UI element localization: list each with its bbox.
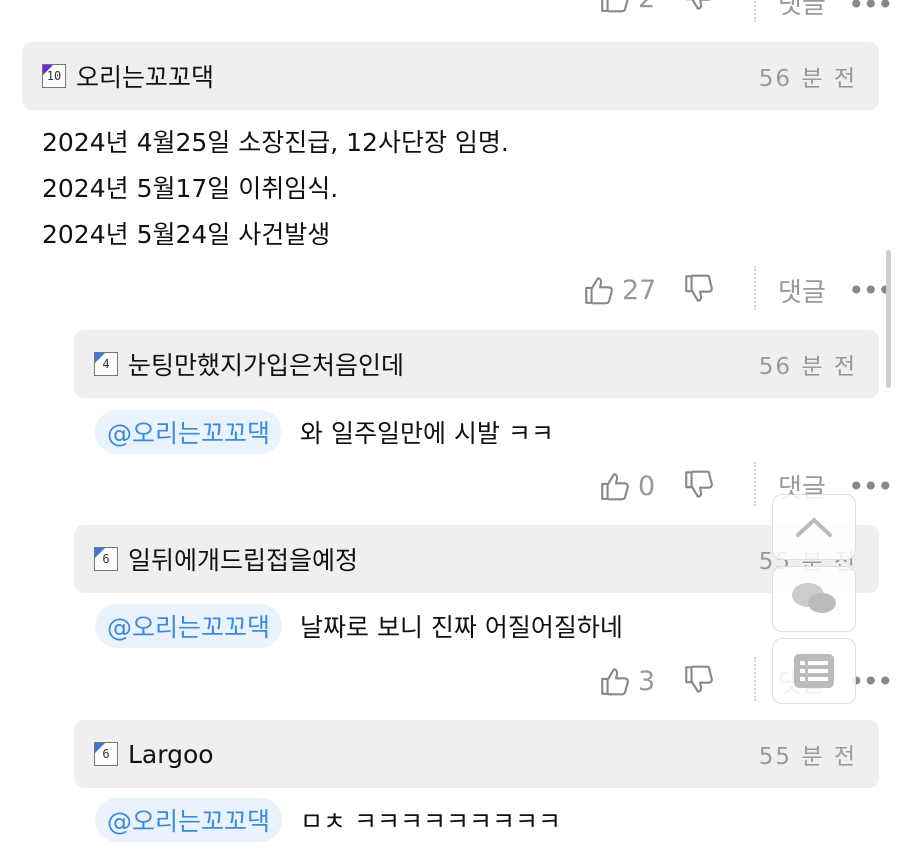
comment-line: 2024년 4월25일 소장진급, 12사단장 임명. bbox=[42, 128, 509, 157]
divider bbox=[754, 0, 756, 22]
reply-header: 4 눈팅만했지가입은처음인데 56 분 전 bbox=[74, 330, 879, 398]
divider bbox=[754, 657, 756, 701]
reply-body: @오리는꼬꼬댁 ㅁㅊ ㅋㅋㅋㅋㅋㅋㅋㅋㅋ bbox=[95, 798, 561, 842]
scroll-top-button[interactable] bbox=[772, 494, 856, 560]
like-count: 3 bbox=[638, 665, 656, 697]
chevron-up-icon bbox=[796, 517, 832, 537]
scrollbar[interactable] bbox=[886, 250, 891, 388]
divider bbox=[754, 266, 756, 310]
reply-author[interactable]: Largoo bbox=[128, 740, 214, 769]
more-options-icon[interactable]: ••• bbox=[848, 0, 894, 21]
comment-line: 2024년 5월24일 사건발생 bbox=[42, 220, 331, 249]
reply-author[interactable]: 눈팅만했지가입은처음인데 bbox=[128, 346, 404, 382]
list-button[interactable] bbox=[772, 638, 856, 704]
reply-actions: 3 bbox=[598, 661, 678, 701]
comment-header: 10 오리는꼬꼬댁 56 분 전 bbox=[22, 42, 879, 110]
thumbs-up-icon[interactable] bbox=[598, 0, 632, 15]
reply-button[interactable]: 댓글 bbox=[778, 272, 826, 309]
level-badge-icon: 6 bbox=[94, 547, 118, 571]
reply-header: 6 일뒤에개드립접을예정 55 분 전 bbox=[74, 525, 879, 593]
reply-text: ㅁㅊ ㅋㅋㅋㅋㅋㅋㅋㅋㅋ bbox=[300, 807, 561, 836]
like-count: 2 bbox=[638, 0, 678, 14]
thumbs-down-icon[interactable] bbox=[682, 468, 716, 502]
like-count: 0 bbox=[638, 470, 656, 502]
comment-author[interactable]: 오리는꼬꼬댁 bbox=[76, 58, 214, 94]
divider bbox=[754, 462, 756, 506]
reply-text: 와 일주일만에 시발 ㅋㅋ bbox=[300, 419, 554, 448]
mention-tag[interactable]: @오리는꼬꼬댁 bbox=[95, 410, 283, 454]
thumbs-up-icon[interactable] bbox=[582, 273, 616, 307]
reply-time: 55 분 전 bbox=[758, 744, 857, 770]
reply-button[interactable]: 댓글 bbox=[778, 0, 826, 21]
comments-button[interactable] bbox=[772, 566, 856, 632]
reply-time: 56 분 전 bbox=[758, 354, 857, 380]
thumbs-down-icon[interactable] bbox=[682, 663, 716, 697]
level-badge-icon: 6 bbox=[94, 742, 118, 766]
chat-bubbles-icon bbox=[792, 583, 836, 613]
reply-author[interactable]: 일뒤에개드립접을예정 bbox=[128, 541, 358, 577]
mention-tag[interactable]: @오리는꼬꼬댁 bbox=[95, 604, 283, 648]
more-options-icon[interactable]: ••• bbox=[848, 274, 894, 307]
reply-body: @오리는꼬꼬댁 날짜로 보니 진짜 어질어질하네 bbox=[95, 604, 623, 648]
like-count: 27 bbox=[622, 274, 657, 306]
mention-tag[interactable]: @오리는꼬꼬댁 bbox=[95, 798, 283, 842]
level-badge-icon: 4 bbox=[94, 352, 118, 376]
comment-time: 56 분 전 bbox=[758, 66, 857, 92]
comment-actions: 27 bbox=[582, 270, 662, 310]
thumbs-up-icon[interactable] bbox=[598, 469, 632, 503]
reply-body: @오리는꼬꼬댁 와 일주일만에 시발 ㅋㅋ bbox=[95, 410, 554, 454]
reply-header: 6 Largoo 55 분 전 bbox=[74, 720, 879, 788]
level-badge-icon: 10 bbox=[42, 64, 66, 88]
reply-text: 날짜로 보니 진짜 어질어질하네 bbox=[300, 613, 623, 642]
thumbs-down-icon[interactable] bbox=[682, 272, 716, 306]
reply-actions: 0 bbox=[598, 466, 678, 506]
comment-body: 2024년 4월25일 소장진급, 12사단장 임명. 2024년 5월17일 … bbox=[42, 120, 509, 258]
thumbs-down-icon[interactable] bbox=[682, 0, 716, 14]
list-icon bbox=[794, 654, 834, 688]
comment-line: 2024년 5월17일 이취임식. bbox=[42, 174, 339, 203]
thumbs-up-icon[interactable] bbox=[598, 664, 632, 698]
